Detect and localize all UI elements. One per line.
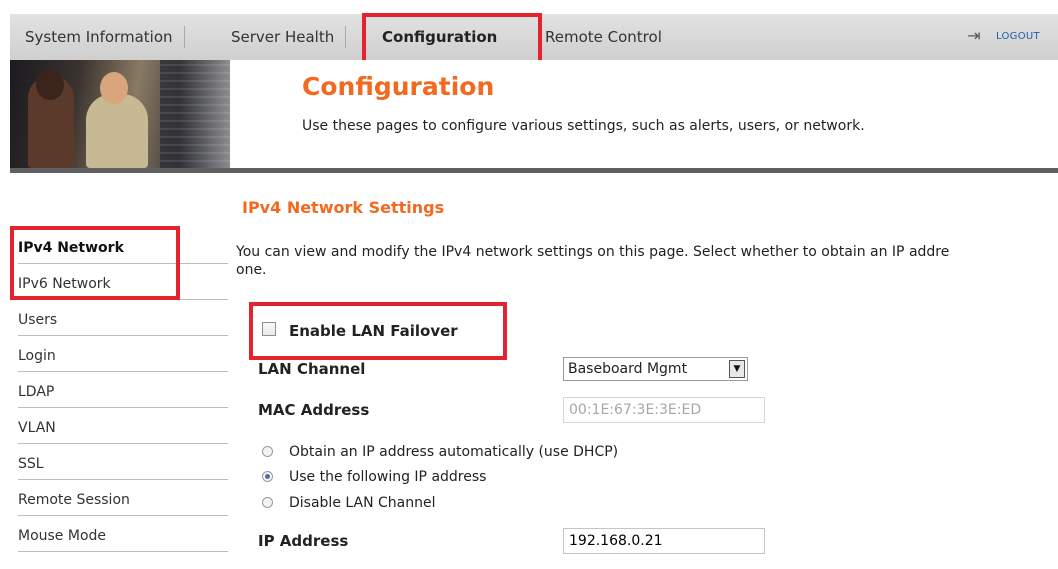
lan-channel-label: LAN Channel <box>258 360 366 378</box>
lan-channel-value: Baseboard Mgmt <box>568 361 688 377</box>
photo-fade <box>180 60 230 168</box>
tab-remote-control[interactable]: Remote Control <box>545 14 662 60</box>
lan-channel-select[interactable]: Baseboard Mgmt ▼ <box>563 357 748 381</box>
radio-disable-lan[interactable] <box>262 497 273 508</box>
banner-photo <box>10 60 230 168</box>
radio-static-ip-label: Use the following IP address <box>289 469 487 485</box>
tab-system-information[interactable]: System Information <box>25 14 185 60</box>
intro-line-2: one. <box>236 262 267 278</box>
radio-dhcp-label: Obtain an IP address automatically (use … <box>289 444 619 460</box>
sidebar-item-remote-session[interactable]: Remote Session <box>10 482 228 518</box>
ip-address-label: IP Address <box>258 532 349 550</box>
enable-lan-failover-checkbox[interactable] <box>262 322 276 336</box>
page-title: Configuration <box>302 72 495 101</box>
sidebar: IPv4 Network IPv6 Network Users Login LD… <box>10 230 228 554</box>
sidebar-item-login[interactable]: Login <box>10 338 228 374</box>
logout-link[interactable]: LOGOUT <box>996 14 1040 60</box>
person-head <box>36 70 64 100</box>
mac-address-field <box>563 397 765 423</box>
sidebar-item-ipv4-network[interactable]: IPv4 Network <box>10 230 228 266</box>
sidebar-item-users[interactable]: Users <box>10 302 228 338</box>
logout-icon[interactable]: ⇥ <box>965 27 983 45</box>
radio-dhcp[interactable] <box>262 446 273 457</box>
intro-line-1: You can view and modify the IPv4 network… <box>236 244 950 260</box>
section-title: IPv4 Network Settings <box>242 198 445 217</box>
intro-text: You can view and modify the IPv4 network… <box>236 243 1058 279</box>
sidebar-item-mouse-mode[interactable]: Mouse Mode <box>10 518 228 554</box>
radio-disable-lan-label: Disable LAN Channel <box>289 495 436 511</box>
person-head <box>100 72 128 104</box>
tab-server-health[interactable]: Server Health <box>231 14 347 60</box>
page-banner: Configuration Use these pages to configu… <box>10 60 1058 172</box>
top-navigation: System Information Server Health Configu… <box>10 14 1058 61</box>
chevron-down-icon[interactable]: ▼ <box>729 360 745 378</box>
sidebar-item-vlan[interactable]: VLAN <box>10 410 228 446</box>
sidebar-item-ldap[interactable]: LDAP <box>10 374 228 410</box>
page-description: Use these pages to configure various set… <box>302 118 865 134</box>
ip-address-field[interactable] <box>563 528 765 554</box>
mac-address-label: MAC Address <box>258 401 370 419</box>
radio-static-ip[interactable] <box>262 471 273 482</box>
sidebar-item-ssl[interactable]: SSL <box>10 446 228 482</box>
enable-lan-failover-label: Enable LAN Failover <box>289 322 458 340</box>
person-figure <box>86 94 148 168</box>
banner-divider <box>10 168 1058 173</box>
tab-configuration[interactable]: Configuration <box>382 14 497 60</box>
sidebar-item-ipv6-network[interactable]: IPv6 Network <box>10 266 228 302</box>
